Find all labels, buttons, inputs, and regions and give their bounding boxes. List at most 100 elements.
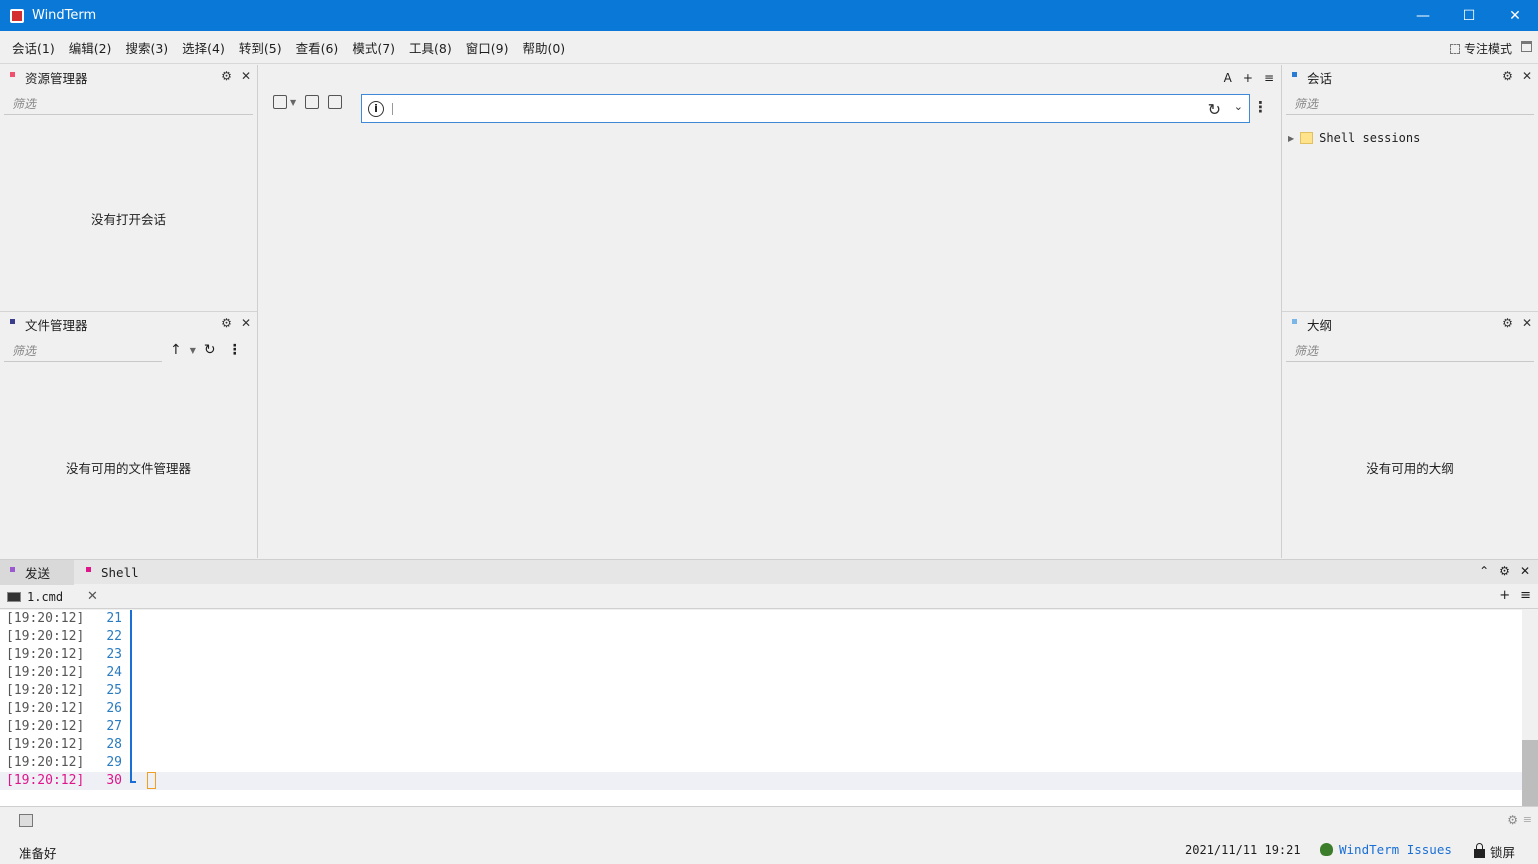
- add-tab-icon[interactable]: +: [1499, 588, 1510, 603]
- new-session-icon[interactable]: [273, 95, 287, 109]
- menu-list-icon[interactable]: ≡: [1264, 71, 1274, 85]
- folder-icon: [1300, 132, 1314, 144]
- terminal-footer: ⚙ ≡: [0, 806, 1538, 834]
- address-bar: i ↻ ⌄: [361, 94, 1250, 123]
- pane-icon[interactable]: [19, 814, 33, 827]
- window-layout-icon[interactable]: [1521, 41, 1532, 52]
- file-manager-dot-icon: [10, 318, 15, 324]
- issues-link-label: WindTerm Issues: [1339, 842, 1452, 857]
- info-icon[interactable]: i: [368, 100, 384, 117]
- menu-bar: 会话(1) 编辑(2) 搜索(3) 选择(4) 转到(5) 查看(6) 模式(7…: [0, 31, 1538, 64]
- close-icon[interactable]: ✕: [1522, 316, 1532, 330]
- lock-screen-button[interactable]: 锁屏: [1474, 842, 1515, 861]
- terminal-current-line: [19:20:12] 30: [0, 772, 1522, 790]
- text-cursor: [147, 772, 156, 789]
- terminal-scrollbar[interactable]: [1522, 610, 1538, 806]
- fold-guide-end: [130, 781, 136, 783]
- tree-item-label: Shell sessions: [1319, 131, 1421, 145]
- chevron-down-icon[interactable]: ▼: [290, 98, 296, 107]
- reload-icon[interactable]: ↻: [1208, 100, 1221, 119]
- explorer-filter-input[interactable]: 筛选: [4, 93, 253, 115]
- open-external-icon[interactable]: [305, 95, 320, 109]
- address-input[interactable]: [399, 97, 1189, 120]
- menu-mode[interactable]: 模式(7): [345, 38, 402, 57]
- sessions-header: 会话 ⚙ ✕: [1282, 65, 1538, 89]
- minimize-button[interactable]: —: [1400, 0, 1446, 31]
- maximize-button[interactable]: ☐: [1446, 0, 1492, 31]
- outline-filter-input[interactable]: 筛选: [1286, 340, 1534, 362]
- close-icon[interactable]: ✕: [1522, 69, 1532, 83]
- menu-select[interactable]: 选择(4): [175, 38, 232, 57]
- chevron-down-icon[interactable]: ⌄: [1234, 100, 1243, 113]
- terminal-icon: [7, 592, 21, 602]
- more-vertical-icon[interactable]: ⋮: [228, 342, 242, 358]
- status-text: 准备好: [19, 846, 57, 861]
- terminal-line: [19:20:12] 26: [6, 701, 122, 716]
- refresh-icon[interactable]: ↻: [204, 342, 216, 358]
- terminal-line: [19:20:12] 23: [6, 647, 122, 662]
- arrow-up-icon[interactable]: ↑: [170, 342, 182, 358]
- gear-icon[interactable]: ⚙: [221, 316, 232, 330]
- terminal-line: [19:20:12] 24: [6, 665, 122, 680]
- chevron-down-icon[interactable]: ▼: [190, 346, 196, 355]
- menu-session[interactable]: 会话(1): [5, 38, 62, 57]
- menu-search[interactable]: 搜索(3): [118, 38, 175, 57]
- close-icon[interactable]: ✕: [241, 316, 251, 330]
- gear-icon[interactable]: ⚙: [1507, 813, 1518, 827]
- menu-edit[interactable]: 编辑(2): [62, 38, 119, 57]
- windterm-issues-link[interactable]: WindTerm Issues: [1320, 842, 1452, 857]
- file-manager-empty-message: 没有可用的文件管理器: [65, 461, 191, 476]
- menu-tools[interactable]: 工具(8): [402, 38, 459, 57]
- add-tab-icon[interactable]: +: [1243, 71, 1253, 85]
- file-manager-header: 文件管理器 ⚙ ✕: [0, 312, 257, 336]
- tab-send-label: 发送: [25, 566, 51, 581]
- chevron-right-icon[interactable]: ▶: [1288, 134, 1294, 143]
- menu-goto[interactable]: 转到(5): [232, 38, 289, 57]
- resize-grip-icon[interactable]: ≡: [1523, 813, 1532, 826]
- scrollbar-thumb[interactable]: [1522, 740, 1538, 806]
- tab-send[interactable]: 发送: [0, 560, 74, 585]
- sessions-filter-input[interactable]: 筛选: [1286, 93, 1534, 115]
- lock-icon: [1474, 843, 1485, 858]
- close-tab-icon[interactable]: ✕: [87, 589, 98, 604]
- session-toolbar: ▼: [273, 95, 343, 109]
- gear-icon[interactable]: ⚙: [221, 69, 232, 83]
- address-separator: [392, 102, 393, 115]
- session-tab-bar: 1.cmd ✕ + ≡: [0, 585, 1538, 609]
- menu-view[interactable]: 查看(6): [289, 38, 346, 57]
- font-icon[interactable]: A: [1224, 71, 1232, 85]
- menu-help[interactable]: 帮助(0): [515, 38, 572, 57]
- duplicate-session-icon[interactable]: [328, 95, 343, 109]
- sessions-title: 会话: [1307, 70, 1333, 86]
- terminal-line: [19:20:12] 27: [6, 719, 122, 734]
- fold-guide[interactable]: [130, 610, 132, 782]
- explorer-panel: 资源管理器 ⚙ ✕ 筛选 没有打开会话: [0, 65, 257, 311]
- close-icon[interactable]: ✕: [241, 69, 251, 83]
- left-dock: 资源管理器 ⚙ ✕ 筛选 没有打开会话 文件管理器 ⚙ ✕ 筛选 ↑ ▼ ↻ ⋮: [0, 65, 258, 558]
- gear-icon[interactable]: ⚙: [1502, 316, 1513, 330]
- gear-icon[interactable]: ⚙: [1499, 564, 1510, 578]
- shell-dot-icon: [86, 567, 91, 572]
- close-window-button[interactable]: ✕: [1492, 0, 1538, 31]
- title-bar: WindTerm — ☐ ✕: [0, 0, 1538, 31]
- file-manager-filter-input[interactable]: 筛选: [4, 340, 162, 362]
- chevron-up-icon[interactable]: ⌃: [1479, 564, 1489, 578]
- close-icon[interactable]: ✕: [1520, 564, 1530, 578]
- terminal-line: [19:20:12] 29: [6, 755, 122, 770]
- file-manager-title: 文件管理器: [25, 317, 88, 333]
- status-datetime: 2021/11/11 19:21: [1185, 843, 1301, 857]
- focus-mode-icon: [1449, 43, 1460, 54]
- outline-empty-message: 没有可用的大纲: [1366, 461, 1454, 476]
- bottom-dock-tabs: 发送 Shell ⌃ ⚙ ✕: [0, 559, 1538, 585]
- menu-window[interactable]: 窗口(9): [459, 38, 516, 57]
- window-title: WindTerm: [32, 8, 97, 23]
- focus-mode-button[interactable]: 专注模式: [1449, 40, 1512, 57]
- terminal-output[interactable]: [19:20:12] 21 [19:20:12] 22 [19:20:12] 23 […: [0, 610, 1522, 806]
- gear-icon[interactable]: ⚙: [1502, 69, 1513, 83]
- tab-shell[interactable]: Shell: [76, 560, 149, 585]
- menu-list-icon[interactable]: ≡: [1520, 588, 1531, 603]
- tree-item-shell-sessions[interactable]: ▶ Shell sessions: [1288, 131, 1420, 145]
- outline-header: 大纲 ⚙ ✕: [1282, 312, 1538, 336]
- more-vertical-icon[interactable]: ⋮: [1253, 98, 1268, 116]
- terminal-line: [19:20:12] 21: [6, 611, 122, 626]
